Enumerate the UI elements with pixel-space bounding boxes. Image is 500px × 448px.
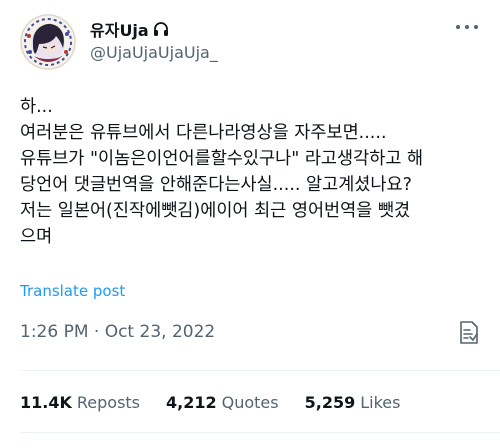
reposts-label: Reposts xyxy=(76,393,141,412)
quotes-count: 4,212 xyxy=(166,393,217,412)
reposts-stat[interactable]: 11.4K Reposts xyxy=(20,393,140,412)
community-notes-icon[interactable] xyxy=(456,320,480,346)
quotes-stat[interactable]: 4,212 Quotes xyxy=(166,393,279,412)
quotes-label: Quotes xyxy=(221,393,279,412)
likes-count: 5,259 xyxy=(304,393,356,412)
tweet-text: 하... 여러분은 유튜브에서 다른나라영상을 자주보면..... 유튜브가 "… xyxy=(20,94,490,250)
display-name[interactable]: 유자Uja xyxy=(90,17,149,41)
likes-label: Likes xyxy=(360,393,401,412)
tweet-line: 당언어 댓글번역을 안해준다는사실..... 알고계셨나요? xyxy=(20,175,412,195)
tweet-timestamp[interactable]: 1:26 PM · Oct 23, 2022 xyxy=(20,322,215,342)
tweet-line: 하... xyxy=(20,97,53,117)
tweet-line: 으며 xyxy=(20,227,53,247)
tweet-line: 유튜브가 "이놈은이언어를할수있구나" 라고생각하고 해 xyxy=(20,149,424,169)
divider xyxy=(20,432,500,433)
author-name-row[interactable]: 유자Uja xyxy=(90,17,170,41)
tweet-line: 저는 일본어(진작에뺏김)에이어 최근 영어번역을 뺏겼 xyxy=(20,201,411,221)
headphone-icon xyxy=(152,20,170,38)
reposts-count: 11.4K xyxy=(20,393,72,412)
avatar-image xyxy=(20,14,76,70)
tweet-line: 여러분은 유튜브에서 다른나라영상을 자주보면..... xyxy=(20,123,387,143)
avatar[interactable] xyxy=(20,14,76,70)
likes-stat[interactable]: 5,259 Likes xyxy=(305,393,401,412)
more-options-icon[interactable] xyxy=(456,20,478,34)
author-handle[interactable]: @UjaUjaUjaUja_ xyxy=(90,43,218,62)
engagement-stats: 11.4K Reposts 4,212 Quotes 5,259 Likes xyxy=(20,393,426,412)
translate-post-link[interactable]: Translate post xyxy=(20,282,125,300)
divider xyxy=(20,370,500,371)
